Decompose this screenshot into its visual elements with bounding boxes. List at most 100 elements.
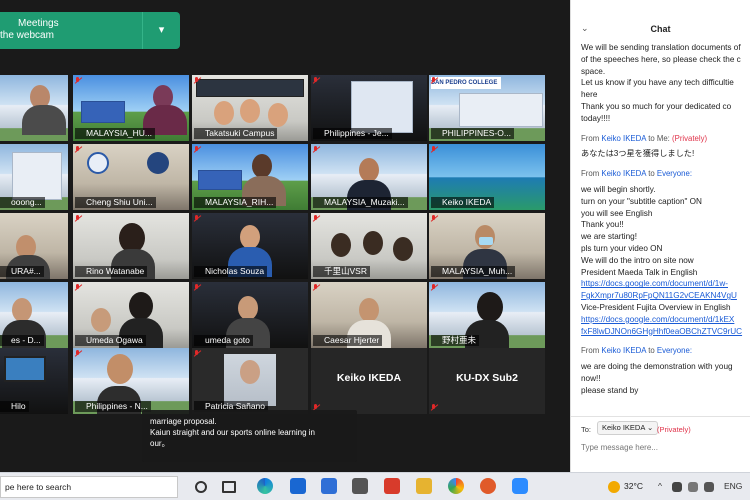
volume-icon[interactable] (704, 482, 714, 492)
video-tile[interactable]: Takatsuki Campus (192, 75, 308, 141)
video-tile[interactable]: MALAYSIA_RIH... (192, 144, 308, 210)
participant-name: Takatsuki Campus (194, 128, 278, 139)
video-tile[interactable]: URA#... (0, 213, 68, 279)
sender-name[interactable]: Keiko IKEDA (601, 134, 646, 143)
video-tile[interactable]: 千里山VSR (311, 213, 427, 279)
chat-link[interactable]: https://docs.google.com/document/d/1w- (581, 278, 750, 290)
file-explorer-icon[interactable] (416, 478, 432, 494)
edge-icon[interactable] (257, 478, 273, 494)
recipient-select[interactable]: Keiko IKEDA ⌄ (597, 421, 659, 435)
mic-muted-icon (313, 215, 319, 222)
participant-name: Hilo (0, 401, 29, 412)
chat-link[interactable]: FgkXmpr7u80RpFpQN11G2vCEAKN4VgU (581, 290, 750, 302)
mic-muted-icon (313, 146, 319, 153)
private-tag: (Privately) (657, 425, 691, 434)
language-indicator[interactable]: ENG (724, 481, 742, 491)
video-tile[interactable]: MALAYSIA_Muh... (429, 213, 545, 279)
college-logo: SAN PEDRO COLLEGE (431, 77, 501, 89)
sender-name[interactable]: Keiko IKEDA (601, 346, 646, 355)
mic-muted-icon (194, 77, 200, 84)
participant-name: URA#... (0, 266, 44, 277)
video-tile[interactable]: Keiko IKEDA (429, 144, 545, 210)
chrome-icon[interactable] (448, 478, 464, 494)
caption-line-2: Kaiun straight and our sports online lea… (150, 428, 315, 437)
video-tile-no-video[interactable]: Keiko IKEDA (311, 348, 427, 414)
taskbar-search-box[interactable]: pe here to search (0, 476, 178, 498)
mic-muted-icon (431, 215, 437, 222)
video-tile[interactable]: es - D... (0, 282, 68, 348)
chat-line: now!! (581, 373, 601, 383)
task-view-icon[interactable] (222, 481, 236, 493)
video-tile[interactable] (0, 75, 68, 141)
participant-name: 千里山VSR (313, 266, 370, 277)
participant-name: Nicholas Souza (194, 266, 268, 277)
participant-name: Philippines - Je... (313, 128, 392, 139)
video-tile[interactable]: Patricia Sañano (192, 348, 308, 414)
video-tile-no-video[interactable]: KU-DX Sub2 (429, 348, 545, 414)
participant-name: es - D... (0, 335, 44, 346)
chat-line: space. (581, 66, 606, 76)
chevron-down-icon[interactable]: ▾ (142, 12, 180, 49)
video-tile[interactable]: Philippines - N... (73, 348, 189, 414)
video-tile[interactable]: Philippines - Je... (311, 75, 427, 141)
battery-icon[interactable] (688, 482, 698, 492)
chat-link[interactable]: fxF8lwDJNOn6GHgHhf0eaOBChZTVC9rUC (581, 326, 750, 338)
message-input[interactable] (581, 443, 741, 452)
cortana-icon[interactable] (195, 481, 207, 493)
mic-muted-icon (75, 284, 81, 291)
mic-muted-icon (313, 284, 319, 291)
store-icon[interactable] (352, 478, 368, 494)
video-tile[interactable]: MALAYSIA_HU... (73, 75, 189, 141)
video-tile[interactable]: 野村亜未 (429, 282, 545, 348)
browser-icon[interactable] (480, 478, 496, 494)
chat-line: of the speeches here, so please check th… (581, 54, 741, 64)
mic-muted-icon (194, 215, 200, 222)
to-label: To: (581, 425, 592, 434)
participant-name: MALAYSIA_Muh... (431, 266, 516, 277)
mic-muted-icon (194, 284, 200, 291)
participant-name: MALAYSIA_HU... (75, 128, 155, 139)
video-tile[interactable]: ooong... (0, 144, 68, 210)
sender-name[interactable]: Keiko IKEDA (601, 169, 646, 178)
participant-name: KU-DX Sub2 (456, 372, 518, 384)
chat-line: Thank you!! (581, 220, 624, 230)
video-tile[interactable]: Umeda Ogawa (73, 282, 189, 348)
chat-line: Thank you so much for your dedicated co (581, 101, 732, 111)
video-tile[interactable]: Caesar Hjerter (311, 282, 427, 348)
app-icon[interactable] (384, 478, 400, 494)
video-tile[interactable]: umeda goto (192, 282, 308, 348)
tray-caret-icon[interactable]: ^ (658, 481, 662, 491)
chat-line: Let us know if you have any tech difficu… (581, 78, 734, 88)
photos-icon[interactable] (321, 478, 337, 494)
chat-line: today!!!! (581, 113, 611, 123)
participant-name: umeda goto (194, 335, 253, 346)
mail-icon[interactable] (290, 478, 306, 494)
weather-icon (608, 481, 620, 493)
zoom-icon[interactable] (512, 478, 528, 494)
participant-name: 野村亜未 (431, 335, 480, 346)
video-tile[interactable]: Rino Watanabe (73, 213, 189, 279)
recipient-name[interactable]: Everyone: (657, 346, 692, 355)
message-header: From Keiko IKEDA to Me: (Privately) (581, 133, 708, 143)
video-tile[interactable]: Nicholas Souza (192, 213, 308, 279)
recipient-name[interactable]: Everyone: (657, 169, 692, 178)
closed-caption: marriage proposal. Kaiun straight and ou… (142, 410, 357, 462)
private-tag: (Privately) (672, 133, 708, 143)
video-tile[interactable]: SAN PEDRO COLLEGE PHILIPPINES-O... (429, 75, 545, 141)
video-tile[interactable]: Cheng Shiu Uni... (73, 144, 189, 210)
participant-name: ooong... (0, 197, 45, 208)
mic-muted-icon (75, 146, 81, 153)
network-icon[interactable] (672, 482, 682, 492)
participant-name: Philippines - N... (75, 401, 151, 412)
video-tile-active-speaker[interactable]: MALAYSIA_Muzaki... (311, 144, 427, 210)
meeting-notification-banner[interactable]: Meetings the webcam ▾ (0, 12, 180, 49)
video-gallery: MALAYSIA_HU... Takatsuki Campus Philippi… (0, 0, 570, 472)
chat-line: We will be sending translation documents… (581, 43, 741, 52)
chat-link[interactable]: https://docs.google.com/document/d/1kEX (581, 314, 750, 326)
mic-muted-icon (194, 350, 200, 357)
chat-line: please stand by (581, 385, 639, 395)
participant-name: Keiko IKEDA (336, 372, 402, 384)
mic-muted-icon (431, 284, 437, 291)
video-tile[interactable]: Hilo (0, 348, 68, 414)
chat-line: we are starting! (581, 232, 637, 242)
